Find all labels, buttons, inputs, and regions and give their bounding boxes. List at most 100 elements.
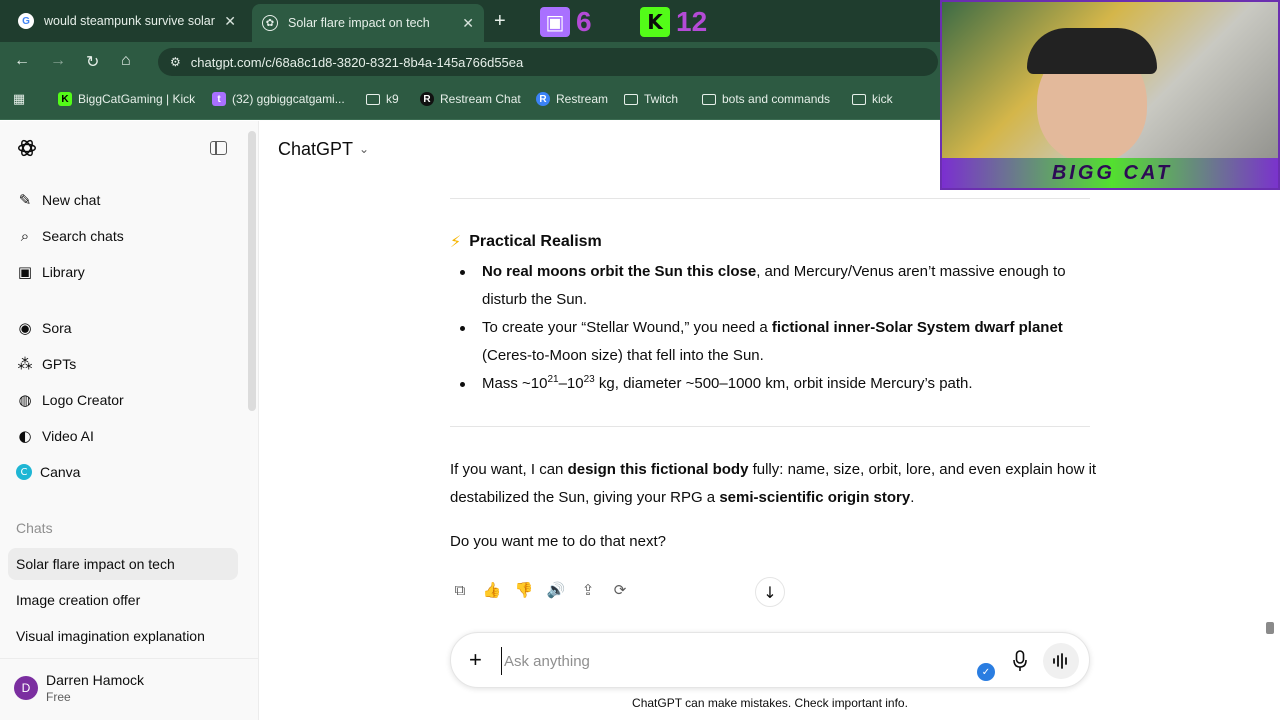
microphone-icon[interactable] bbox=[1013, 650, 1027, 672]
chats-heading: Chats bbox=[16, 520, 53, 536]
restream-icon: R bbox=[420, 92, 434, 106]
bookmark-k9[interactable]: k9 bbox=[366, 92, 399, 106]
thumbs-up-icon[interactable]: 👍 bbox=[482, 580, 502, 600]
composer: + ✓ bbox=[450, 632, 1090, 688]
folder-icon bbox=[702, 93, 716, 105]
section-heading: ⚡ Practical Realism bbox=[450, 226, 1100, 258]
search-icon: ⌕ bbox=[20, 227, 30, 245]
reload-icon[interactable]: ↻ bbox=[86, 52, 99, 72]
twitch-count: 6 bbox=[576, 6, 592, 37]
close-icon[interactable]: ✕ bbox=[462, 15, 474, 32]
sora-icon: ◉ bbox=[18, 319, 32, 337]
sidebar-item-canva[interactable]: C Canva bbox=[8, 456, 238, 488]
url-text: chatgpt.com/c/68a8c1d8-3820-8321-8b4a-14… bbox=[190, 54, 524, 70]
user-profile[interactable]: D Darren Hamock Free bbox=[0, 658, 258, 720]
scroll-down-button[interactable]: ↓ bbox=[755, 577, 785, 607]
url-field[interactable]: ⚙ chatgpt.com/c/68a8c1d8-3820-8321-8b4a-… bbox=[158, 48, 938, 76]
folder-icon bbox=[366, 93, 380, 105]
sidebar-item-library[interactable]: ▣ Library bbox=[8, 256, 238, 288]
model-selector[interactable]: ChatGPT ⌄ bbox=[278, 139, 369, 160]
kick-icon: K bbox=[58, 92, 72, 106]
twitch-viewer-count: ▣ 6 bbox=[540, 6, 592, 38]
apps-grid-icon: ▦ bbox=[12, 91, 26, 106]
library-icon: ▣ bbox=[17, 263, 33, 281]
sidebar-item-video-ai[interactable]: ◐ Video AI bbox=[8, 420, 238, 452]
assistant-message: ⚡ Practical Realism No real moons orbit … bbox=[450, 226, 1100, 398]
content-divider bbox=[450, 198, 1090, 199]
message-divider bbox=[450, 426, 1090, 427]
close-icon[interactable]: ✕ bbox=[224, 13, 236, 30]
logo-creator-icon: ◍ bbox=[18, 391, 32, 409]
kick-viewer-count: K 12 bbox=[640, 6, 707, 38]
home-icon[interactable]: ⌂ bbox=[121, 52, 131, 70]
user-name: Darren Hamock bbox=[46, 672, 145, 688]
twitch-icon: ▣ bbox=[540, 7, 570, 37]
disclaimer-text: ChatGPT can make mistakes. Check importa… bbox=[632, 696, 908, 710]
user-plan: Free bbox=[46, 690, 71, 704]
share-icon[interactable]: ⇪ bbox=[578, 580, 598, 600]
tab-title: Solar flare impact on tech bbox=[288, 16, 430, 30]
apps-button[interactable]: ▦ bbox=[12, 91, 32, 106]
read-aloud-icon[interactable]: 🔊 bbox=[546, 580, 566, 600]
arrow-down-icon: ↓ bbox=[763, 582, 777, 602]
bookmark-restream-chat[interactable]: R Restream Chat bbox=[420, 92, 521, 106]
back-icon[interactable]: ← bbox=[14, 52, 30, 70]
bookmark-twitch-folder[interactable]: Twitch bbox=[624, 92, 678, 106]
regenerate-icon[interactable]: ⟳ bbox=[610, 580, 630, 600]
folder-icon bbox=[624, 93, 638, 105]
list-item: Mass ~1021–1023 kg, diameter ~500–1000 k… bbox=[450, 370, 1100, 398]
add-attachment-button[interactable]: + bbox=[469, 647, 482, 673]
streamer-cap bbox=[1027, 28, 1157, 74]
bookmark-kick-folder[interactable]: kick bbox=[852, 92, 893, 106]
tab-solar-flare[interactable]: ✿ Solar flare impact on tech ✕ bbox=[252, 4, 484, 42]
tab-title: would steampunk survive solar bbox=[44, 14, 215, 28]
page-scrollbar[interactable] bbox=[1266, 622, 1274, 634]
chat-item-solar-flare[interactable]: Solar flare impact on tech bbox=[8, 548, 238, 580]
google-icon: G bbox=[18, 13, 34, 29]
list-item: No real moons orbit the Sun this close, … bbox=[450, 258, 1100, 314]
sidebar-scrollbar[interactable] bbox=[248, 131, 256, 411]
sidebar-item-new-chat[interactable]: ✎ New chat bbox=[8, 184, 238, 216]
message-actions: ⧉ 👍 👎 🔊 ⇪ ⟳ bbox=[450, 580, 642, 600]
message-question: Do you want me to do that next? bbox=[450, 533, 666, 550]
voice-mode-button[interactable] bbox=[1043, 643, 1079, 679]
bullet-list: No real moons orbit the Sun this close, … bbox=[450, 258, 1100, 398]
bookmark-twitch-channel[interactable]: t (32) ggbiggcatgami... bbox=[212, 92, 345, 106]
sidebar-item-gpts[interactable]: ⁂ GPTs bbox=[8, 348, 238, 380]
sidebar-item-sora[interactable]: ◉ Sora bbox=[8, 312, 238, 344]
sidebar-toggle-icon[interactable] bbox=[210, 141, 227, 155]
check-badge-icon: ✓ bbox=[977, 663, 995, 681]
sidebar-item-search-chats[interactable]: ⌕ Search chats bbox=[8, 220, 238, 252]
model-name: ChatGPT bbox=[278, 138, 354, 159]
tab-steampunk[interactable]: G would steampunk survive solar ✕ bbox=[8, 6, 246, 36]
site-info-icon[interactable]: ⚙ bbox=[170, 55, 181, 69]
kick-count: 12 bbox=[676, 6, 708, 37]
voice-waveform-icon bbox=[1053, 653, 1067, 669]
chat-item-visual-imagination[interactable]: Visual imagination explanation bbox=[8, 620, 238, 652]
gpts-icon: ⁂ bbox=[17, 355, 33, 373]
new-tab-button[interactable]: + bbox=[494, 10, 506, 33]
webcam-overlay: BIGG CAT bbox=[940, 0, 1280, 190]
copy-icon[interactable]: ⧉ bbox=[450, 580, 470, 600]
canva-icon: C bbox=[16, 464, 32, 480]
lightning-icon: ⚡ bbox=[450, 232, 462, 251]
bookmark-biggcat-kick[interactable]: K BiggCatGaming | Kick bbox=[58, 92, 195, 106]
openai-logo-icon[interactable] bbox=[16, 137, 38, 159]
sidebar-item-logo-creator[interactable]: ◍ Logo Creator bbox=[8, 384, 238, 416]
thumbs-down-icon[interactable]: 👎 bbox=[514, 580, 534, 600]
list-item: To create your “Stellar Wound,” you need… bbox=[450, 314, 1100, 370]
sidebar: ✎ New chat ⌕ Search chats ▣ Library ◉ Sora ⁂… bbox=[0, 121, 259, 720]
video-ai-icon: ◐ bbox=[18, 427, 32, 445]
restream-icon: R bbox=[536, 92, 550, 106]
kick-icon: K bbox=[640, 7, 670, 37]
bookmark-restream[interactable]: R Restream bbox=[536, 92, 608, 106]
ask-input[interactable] bbox=[501, 647, 931, 675]
bookmark-bots-commands[interactable]: bots and commands bbox=[702, 92, 830, 106]
webcam-banner: BIGG CAT bbox=[942, 158, 1278, 188]
chatgpt-icon: ✿ bbox=[262, 15, 278, 31]
twitch-icon: t bbox=[212, 92, 226, 106]
compose-icon: ✎ bbox=[18, 191, 32, 209]
message-paragraph: If you want, I can design this fictional… bbox=[450, 461, 1097, 506]
chat-item-image-creation[interactable]: Image creation offer bbox=[8, 584, 238, 616]
forward-icon[interactable]: → bbox=[50, 52, 66, 70]
